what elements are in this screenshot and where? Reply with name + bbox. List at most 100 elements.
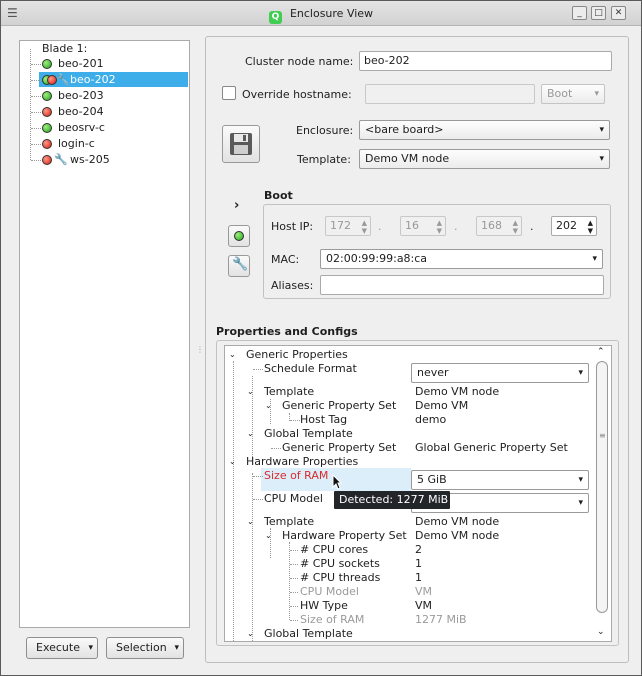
ip-separator: . <box>530 220 534 233</box>
chevron-down-icon: ▾ <box>578 368 583 378</box>
prop-size-of-ram[interactable]: Size of RAM <box>264 469 328 483</box>
tree-item-login-c[interactable]: login-c <box>58 136 95 152</box>
prop-size-of-ram-inherited[interactable]: Size of RAM <box>300 613 364 627</box>
close-icon[interactable]: ✕ <box>611 6 626 20</box>
spin-arrows-icon: ▲ ▼ <box>361 219 367 235</box>
chevron-down-icon: ▾ <box>592 254 597 264</box>
ip-separator: . <box>378 220 382 233</box>
prop-template-value: Demo VM node <box>415 385 500 398</box>
prop-cpu-model-inherited-value: VM <box>415 585 433 598</box>
scrollbar-thumb[interactable] <box>596 361 608 613</box>
chevron-down-icon[interactable]: ⌄ <box>247 515 254 529</box>
tree-item-beo-201[interactable]: beo-201 <box>58 56 104 72</box>
prop-cpu-threads[interactable]: # CPU threads <box>300 571 380 585</box>
host-ip-label: Host IP: <box>271 220 314 233</box>
prop-hardware-property-set-value: Demo VM node <box>415 529 500 542</box>
prop-host-tag-value: demo <box>415 413 447 426</box>
chevron-down-icon[interactable]: ⌄ <box>247 427 254 441</box>
spin-arrows-icon: ▲ ▼ <box>587 219 593 235</box>
chevron-down-icon: ▾ <box>599 154 604 164</box>
size-of-ram-combo[interactable]: 5 GiB ▾ <box>411 470 589 490</box>
chevron-down-icon: ▾ <box>174 643 179 653</box>
boot-combo[interactable]: Boot ▾ <box>541 84 605 104</box>
prop-global-generic-property-set-value: Global Generic Property Set <box>415 441 568 454</box>
prop-cpu-sockets[interactable]: # CPU sockets <box>300 557 380 571</box>
splitter-handle[interactable]: ⋮ <box>196 345 204 354</box>
prop-generic-property-set[interactable]: Generic Property Set <box>282 399 396 413</box>
scroll-down-icon[interactable]: ⌄ <box>597 627 605 637</box>
prop-cpu-cores-value: 2 <box>415 543 422 556</box>
override-hostname-label: Override hostname: <box>242 88 352 101</box>
cluster-node-name-label: Cluster node name: <box>245 55 354 68</box>
prop-cpu-model-inherited[interactable]: CPU Model <box>300 585 359 599</box>
prop-cpu-threads-value: 1 <box>415 571 422 584</box>
ip-octet-2[interactable]: 16 ▲ ▼ <box>400 216 446 236</box>
blue-wrench-icon: 🔧 <box>54 153 68 166</box>
tree-item-beo-204[interactable]: beo-204 <box>58 104 104 120</box>
prop-global-template-2[interactable]: Global Template <box>264 627 353 641</box>
ip-octet-4[interactable]: 202 ▲ ▼ <box>551 216 597 236</box>
prop-hw-type[interactable]: HW Type <box>300 599 348 613</box>
mac-label: MAC: <box>271 253 300 266</box>
grip-icon: ≡ <box>599 431 606 440</box>
red-wrench-icon: 🔧 <box>232 257 249 272</box>
tree-item-beo-202[interactable]: beo-202 <box>70 72 116 88</box>
chevron-down-icon[interactable]: ⌄ <box>229 455 236 469</box>
prop-global-template[interactable]: Global Template <box>264 427 353 441</box>
cluster-node-name-input[interactable]: beo-202 <box>359 51 612 71</box>
maintenance-button[interactable]: 🔧 <box>228 255 250 277</box>
green-status-icon <box>42 91 52 101</box>
green-status-icon <box>42 123 52 133</box>
ip-octet-1[interactable]: 172 ▲ ▼ <box>325 216 371 236</box>
prop-schedule-format[interactable]: Schedule Format <box>264 362 357 376</box>
red-status-icon <box>42 107 52 117</box>
save-button[interactable] <box>222 125 260 163</box>
selection-button[interactable]: Selection ▾ <box>106 637 184 659</box>
properties-scrollbar[interactable]: ⌃ ≡ ⌄ <box>594 347 610 641</box>
chevron-down-icon: ▾ <box>599 125 604 135</box>
enclosure-combo[interactable]: <bare board> ▾ <box>359 120 610 140</box>
prop-cpu-sockets-value: 1 <box>415 557 422 570</box>
schedule-format-combo[interactable]: never ▾ <box>411 363 589 383</box>
scroll-up-icon[interactable]: ⌃ <box>597 347 605 357</box>
prop-hardware-properties[interactable]: Hardware Properties <box>246 455 358 469</box>
tree-item-beo-203[interactable]: beo-203 <box>58 88 104 104</box>
chevron-right-icon[interactable]: › <box>234 198 239 213</box>
override-hostname-input[interactable] <box>365 84 535 104</box>
chevron-down-icon: ▾ <box>594 89 599 99</box>
prop-template-2[interactable]: Template <box>264 515 314 529</box>
aliases-input[interactable] <box>320 275 604 295</box>
mac-combo[interactable]: 02:00:99:99:a8:ca ▾ <box>320 249 603 269</box>
prop-cpu-cores[interactable]: # CPU cores <box>300 543 368 557</box>
chevron-right-icon[interactable]: ⌄ <box>247 627 254 641</box>
template-combo[interactable]: Demo VM node ▾ <box>359 149 610 169</box>
tree-item-beosrv-c[interactable]: beosrv-c <box>58 120 105 136</box>
tree-item-ws-205[interactable]: ws-205 <box>70 152 110 168</box>
chevron-down-icon[interactable]: ⌄ <box>247 385 254 399</box>
prop-size-of-ram-inherited-value: 1277 MiB <box>415 613 467 626</box>
prop-global-generic-property-set[interactable]: Generic Property Set <box>282 441 396 455</box>
ip-octet-3[interactable]: 168 ▲ ▼ <box>476 216 522 236</box>
prop-host-tag[interactable]: Host Tag <box>300 413 347 427</box>
prop-cpu-model[interactable]: CPU Model <box>264 492 323 506</box>
ram-detected-tooltip: Detected: 1277 MiB <box>334 491 450 509</box>
red-wrench-icon: 🔧 <box>56 73 70 86</box>
prop-generic-property-set-value: Demo VM <box>415 399 469 412</box>
chevron-down-icon[interactable]: ⌄ <box>265 399 272 413</box>
tree-root-blade[interactable]: Blade 1: <box>42 41 87 57</box>
chevron-down-icon[interactable]: ⌄ <box>229 348 236 362</box>
prop-template[interactable]: Template <box>264 385 314 399</box>
execute-button[interactable]: Execute ▾ <box>26 637 98 659</box>
override-hostname-checkbox[interactable] <box>222 86 236 100</box>
power-status-button[interactable] <box>228 225 250 247</box>
minimize-icon[interactable]: _ <box>572 6 587 20</box>
ip-separator: . <box>454 220 458 233</box>
prop-hardware-property-set[interactable]: Hardware Property Set <box>282 529 407 543</box>
boot-section-title: Boot <box>264 189 293 202</box>
maximize-icon[interactable]: □ <box>591 6 606 20</box>
template-label: Template: <box>297 153 351 166</box>
prop-generic-properties[interactable]: Generic Properties <box>246 348 348 362</box>
enclosure-view-window: ☰ Q Enclosure View _ □ ✕ Blade 1: beo-201… <box>0 0 642 676</box>
green-status-icon <box>42 59 52 69</box>
chevron-down-icon[interactable]: ⌄ <box>265 529 272 543</box>
